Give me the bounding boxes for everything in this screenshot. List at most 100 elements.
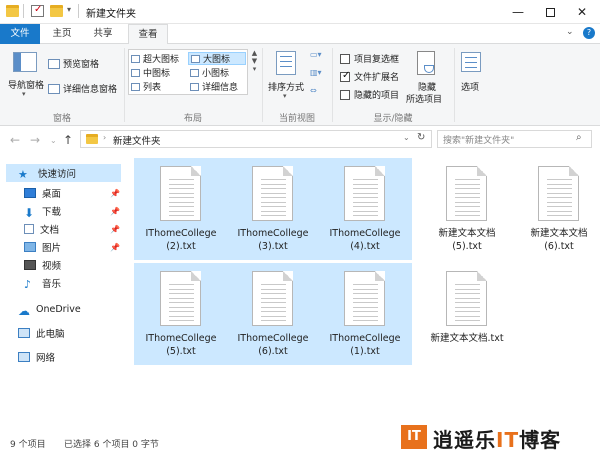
maximize-button[interactable] (534, 0, 566, 24)
nav-pane-button[interactable]: 导航窗格 ▾ (6, 48, 44, 106)
music-label: 音乐 (42, 279, 62, 290)
title-bar: ▾ 新建文件夹 — ✕ (0, 0, 600, 24)
nav-item-pictures[interactable]: 图片 (24, 239, 61, 255)
file-item[interactable]: IThomeCollege (3).txt (226, 158, 320, 260)
qa-dropdown-icon[interactable]: ▾ (67, 5, 71, 14)
tab-view[interactable]: 查看 (128, 24, 168, 45)
search-box[interactable]: 搜索"新建文件夹" ⌕ (437, 130, 592, 148)
refresh-icon[interactable]: ↻ (417, 132, 425, 143)
nav-item-this-pc[interactable]: 此电脑 (18, 325, 65, 341)
ribbon-collapse-icon[interactable]: ⌄ (566, 27, 574, 37)
options-button[interactable]: 选项 (456, 48, 486, 106)
file-item[interactable]: IThomeCollege (4).txt (318, 158, 412, 260)
tab-share[interactable]: 共享 (84, 24, 122, 44)
navigation-pane: ★ 快速访问 桌面 📌 ⬇ 下载 📌 文档 📌 图片 📌 视频 ♪ 音乐 ☁ O… (0, 155, 125, 430)
maximize-icon (545, 7, 555, 17)
search-icon[interactable]: ⌕ (576, 132, 582, 143)
videos-label: 视频 (42, 261, 62, 272)
nav-item-videos[interactable]: 视频 (24, 257, 61, 273)
scroll-down-icon[interactable]: ▼ (252, 57, 257, 65)
minimize-button[interactable]: — (502, 0, 534, 24)
gallery-expand-icon[interactable]: ▾ (253, 65, 257, 73)
file-item[interactable]: IThomeCollege (5).txt (134, 263, 228, 365)
pin-icon[interactable]: 📌 (110, 207, 120, 216)
forward-arrow-icon[interactable]: → (30, 133, 40, 147)
preview-pane-button[interactable]: 预览窗格 (48, 57, 99, 70)
new-folder-icon[interactable] (50, 5, 63, 17)
pin-icon[interactable]: 📌 (110, 189, 120, 198)
size-columns-button[interactable]: ⇔ (310, 86, 317, 95)
back-arrow-icon[interactable]: ← (10, 133, 20, 147)
close-icon: ✕ (576, 5, 588, 19)
address-dropdown-icon[interactable]: ⌄ (403, 133, 410, 142)
desktop-icon (24, 188, 36, 198)
hidden-items-checkbox[interactable] (340, 89, 350, 100)
recent-dropdown-icon[interactable]: ⌄ (50, 136, 57, 145)
search-input[interactable]: 搜索"新建文件夹" (443, 133, 514, 146)
up-arrow-icon[interactable]: ↑ (63, 133, 73, 147)
address-bar[interactable]: › 新建文件夹 ⌄ ↻ (80, 130, 432, 148)
layout-details-option[interactable]: 详细信息 (190, 80, 246, 93)
nav-item-onedrive[interactable]: ☁ OneDrive (18, 301, 81, 319)
details-pane-button[interactable]: 详细信息窗格 (48, 82, 117, 95)
add-columns-button[interactable]: ▥▾ (310, 68, 322, 77)
item-checkboxes-checkbox[interactable] (340, 53, 350, 64)
layout-group-label: 布局 (183, 114, 202, 124)
layout-list-option[interactable]: 列表 (131, 80, 187, 93)
nav-item-music[interactable]: ♪ 音乐 (24, 275, 61, 291)
nav-item-desktop[interactable]: 桌面 (24, 185, 61, 201)
folder-icon (6, 5, 19, 17)
file-item[interactable]: IThomeCollege (1).txt (318, 263, 412, 365)
file-extensions-option[interactable]: 文件扩展名 (340, 70, 399, 83)
layout-medium-option[interactable]: 中图标 (131, 66, 187, 79)
preview-pane-label: 预览窗格 (63, 60, 100, 70)
layout-large-option[interactable]: 大图标 (188, 52, 246, 65)
pictures-label: 图片 (42, 243, 62, 254)
layout-gallery: 超大图标 大图标 中图标 小图标 列表 详细信息 (128, 49, 248, 95)
properties-check-icon[interactable] (31, 4, 44, 17)
small-icons-icon (190, 68, 199, 77)
file-extensions-checkbox[interactable] (340, 70, 350, 82)
medium-label: 中图标 (143, 69, 171, 79)
nav-item-documents[interactable]: 文档 (24, 221, 59, 237)
scroll-up-icon[interactable]: ▲ (252, 49, 257, 57)
file-name: IThomeCollege (237, 333, 309, 344)
extra-large-icons-icon (131, 54, 140, 63)
layout-small-option[interactable]: 小图标 (190, 66, 246, 79)
tab-home[interactable]: 主页 (44, 24, 80, 44)
file-name-line2: (6).txt (544, 241, 574, 252)
item-checkboxes-option[interactable]: 项目复选框 (340, 52, 399, 65)
item-checkboxes-label: 项目复选框 (354, 55, 400, 65)
hide-selected-button[interactable]: 隐藏 所选项目 (404, 48, 448, 106)
breadcrumb-current[interactable]: 新建文件夹 (113, 133, 161, 147)
nav-item-downloads[interactable]: ⬇ 下载 (24, 203, 61, 220)
file-item[interactable]: 新建文本文档 (6).txt (512, 158, 600, 260)
tab-file[interactable]: 文件 (0, 24, 40, 44)
watermark: IT 逍遥乐IT博客 (397, 421, 600, 453)
file-item[interactable]: 新建文本文档.txt (420, 263, 514, 365)
close-button[interactable]: ✕ (566, 0, 598, 24)
file-name-line2: (3).txt (258, 241, 288, 252)
watermark-text-it: IT (496, 428, 520, 452)
nav-pane-dropdown-icon: ▾ (22, 90, 26, 98)
help-icon[interactable]: ? (583, 27, 595, 39)
quick-access-label: 快速访问 (38, 169, 77, 180)
ribbon: 导航窗格 ▾ 预览窗格 详细信息窗格 窗格 超大图标 大图标 中图标 小图标 列… (0, 44, 600, 126)
layout-extra-large-option[interactable]: 超大图标 (131, 52, 187, 65)
file-item[interactable]: IThomeCollege (2).txt (134, 158, 228, 260)
sort-by-button[interactable]: 排序方式 ▾ (266, 48, 306, 106)
nav-item-network[interactable]: 网络 (18, 349, 55, 365)
text-file-icon (446, 271, 487, 326)
layout-scroll[interactable]: ▲ ▼ ▾ (250, 49, 259, 95)
hidden-items-option[interactable]: 隐藏的项目 (340, 88, 399, 101)
list-icon (131, 82, 140, 91)
file-item[interactable]: 新建文本文档 (5).txt (420, 158, 514, 260)
group-by-button[interactable]: ▭▾ (310, 50, 322, 59)
pictures-icon (24, 242, 36, 252)
nav-item-quick-access[interactable]: ★ 快速访问 (6, 164, 121, 182)
file-name: 新建文本文档 (530, 228, 588, 239)
file-name: IThomeCollege (145, 228, 217, 239)
pin-icon[interactable]: 📌 (110, 225, 120, 234)
file-item[interactable]: IThomeCollege (6).txt (226, 263, 320, 365)
pin-icon[interactable]: 📌 (110, 243, 120, 252)
